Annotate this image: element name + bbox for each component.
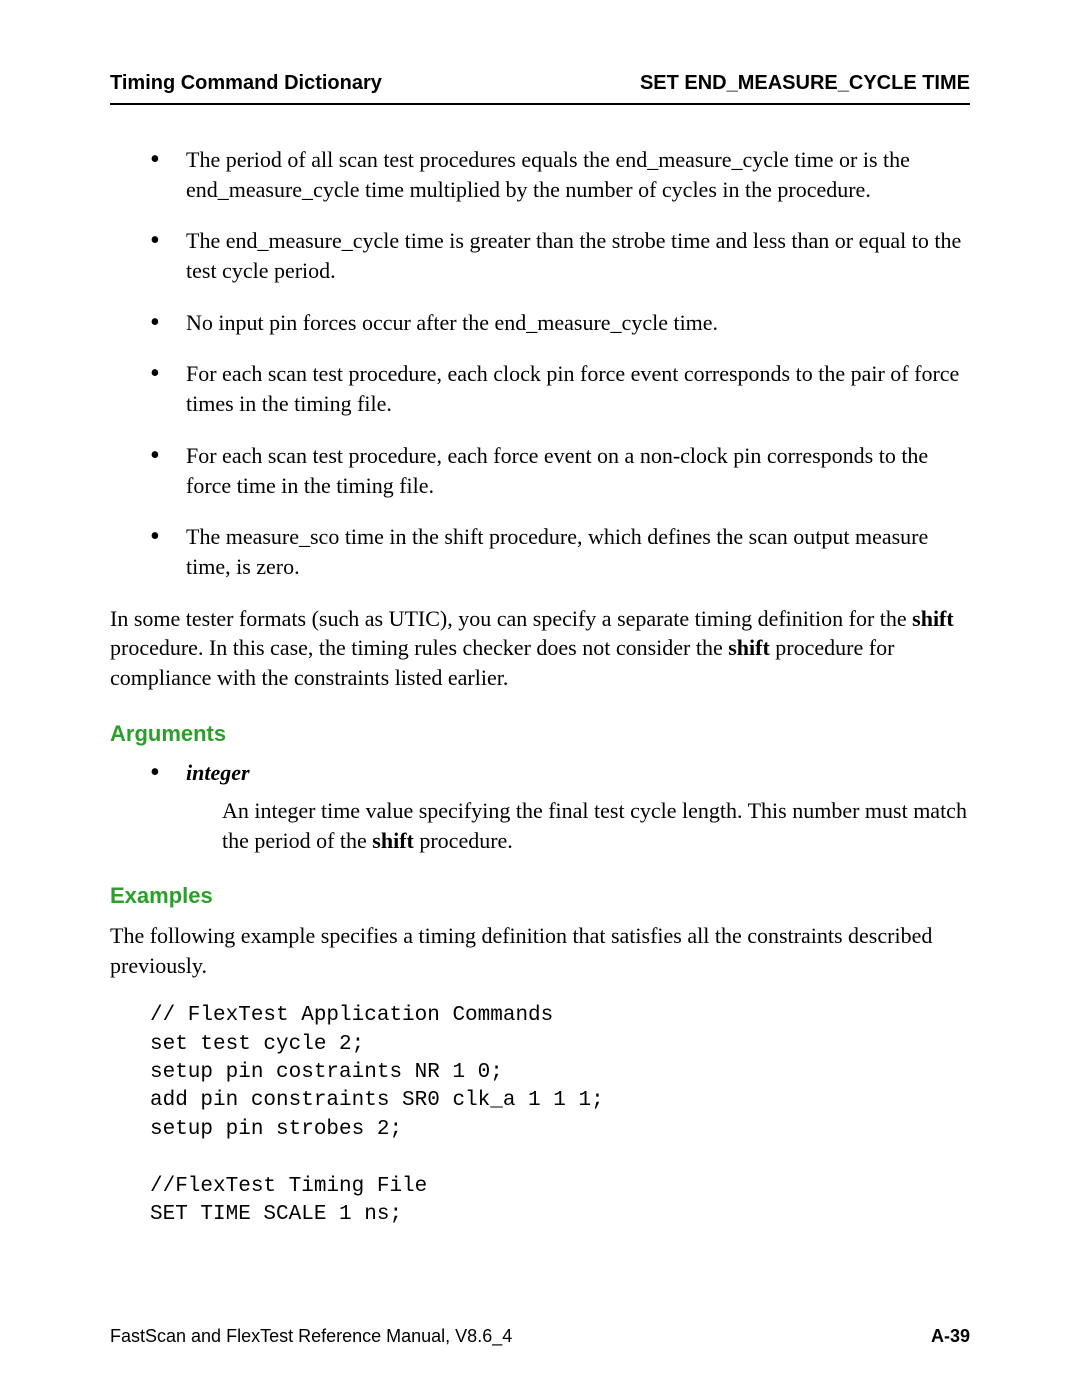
- text-fragment: procedure.: [414, 828, 513, 853]
- text-fragment: procedure. In this case, the timing rule…: [110, 635, 728, 660]
- header-right: SET END_MEASURE_CYCLE TIME: [640, 72, 970, 95]
- page-body: The period of all scan test procedures e…: [110, 145, 970, 1229]
- constraints-list: The period of all scan test procedures e…: [150, 145, 970, 582]
- argument-term: integer: [186, 760, 250, 785]
- list-item: The measure_sco time in the shift proced…: [150, 522, 970, 581]
- argument-item: integer An integer time value specifying…: [150, 758, 970, 855]
- examples-heading: Examples: [110, 881, 970, 911]
- list-item: For each scan test procedure, each clock…: [150, 359, 970, 418]
- text-fragment: An integer time value specifying the fin…: [222, 798, 967, 853]
- after-bullets-paragraph: In some tester formats (such as UTIC), y…: [110, 604, 970, 693]
- list-item: No input pin forces occur after the end_…: [150, 308, 970, 338]
- page: Timing Command Dictionary SET END_MEASUR…: [0, 0, 1080, 1397]
- text-fragment: In some tester formats (such as UTIC), y…: [110, 606, 912, 631]
- bold-shift: shift: [728, 635, 770, 660]
- argument-description: An integer time value specifying the fin…: [222, 796, 970, 855]
- list-item: The end_measure_cycle time is greater th…: [150, 226, 970, 285]
- header-left: Timing Command Dictionary: [110, 72, 382, 95]
- page-footer: FastScan and FlexTest Reference Manual, …: [110, 1326, 970, 1347]
- arguments-list: integer An integer time value specifying…: [150, 758, 970, 855]
- footer-left: FastScan and FlexTest Reference Manual, …: [110, 1326, 512, 1347]
- examples-intro: The following example specifies a timing…: [110, 921, 970, 980]
- arguments-heading: Arguments: [110, 719, 970, 749]
- footer-right: A-39: [931, 1326, 970, 1347]
- bold-shift: shift: [372, 828, 414, 853]
- list-item: For each scan test procedure, each force…: [150, 441, 970, 500]
- page-header: Timing Command Dictionary SET END_MEASUR…: [110, 72, 970, 105]
- list-item: The period of all scan test procedures e…: [150, 145, 970, 204]
- bold-shift: shift: [912, 606, 954, 631]
- code-block: // FlexTest Application Commands set tes…: [150, 1002, 970, 1229]
